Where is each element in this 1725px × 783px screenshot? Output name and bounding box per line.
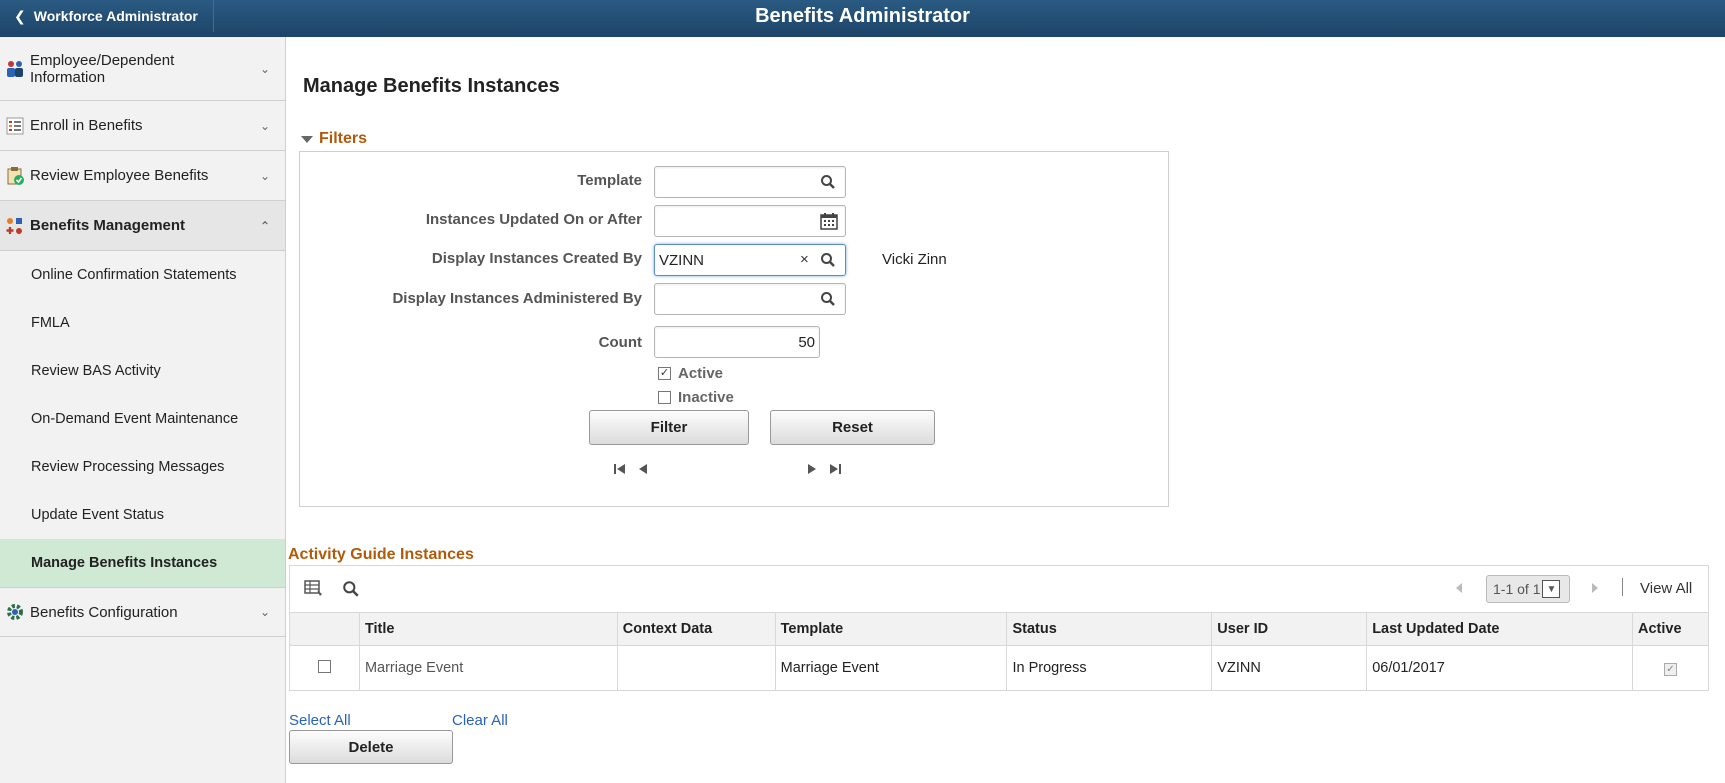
benefits-management-icon: [0, 216, 30, 236]
chevron-down-icon: ⌄: [259, 61, 271, 76]
count-label: Count: [598, 334, 642, 351]
next-page-icon[interactable]: [806, 462, 818, 479]
toolbar-divider: [1622, 578, 1623, 596]
column-header-context-data[interactable]: Context Data: [616, 612, 776, 646]
active-checkbox-label: Active: [678, 365, 724, 382]
page-title: Manage Benefits Instances: [303, 75, 560, 97]
instances-updated-date-input[interactable]: [654, 205, 846, 237]
chevron-down-icon: ⌄: [259, 118, 271, 133]
activity-guide-instances-grid: Title Context Data Template Status User …: [289, 612, 1709, 691]
cell-last-updated-date: 06/01/2017: [1366, 645, 1633, 691]
column-header-select: [289, 612, 360, 646]
delete-button[interactable]: Delete: [289, 730, 453, 764]
column-header-user-id[interactable]: User ID: [1211, 612, 1367, 646]
nav-group-employee-dependent-information[interactable]: Employee/Dependent Information ⌄: [0, 37, 285, 101]
personalize-grid-icon[interactable]: [304, 579, 324, 602]
inactive-checkbox-label: Inactive: [678, 389, 734, 406]
nav-group-label: Enroll in Benefits: [30, 117, 143, 134]
nav-item-review-bas-activity[interactable]: Review BAS Activity: [0, 347, 285, 395]
collapse-triangle-icon: [301, 135, 313, 143]
nav-group-benefits-configuration[interactable]: Benefits Configuration ⌄: [0, 587, 285, 637]
last-page-icon[interactable]: [828, 462, 842, 479]
grid-previous-icon[interactable]: [1454, 581, 1464, 600]
nav-group-label: Benefits Management: [30, 217, 186, 234]
nav-group-benefits-management[interactable]: Benefits Management ⌃: [0, 201, 285, 251]
created-by-label: Display Instances Created By: [431, 250, 642, 267]
cell-context-data: [616, 645, 776, 691]
column-header-title[interactable]: Title: [358, 612, 618, 646]
grid-search-icon[interactable]: [342, 580, 360, 603]
page-header-title: Benefits Administrator: [755, 5, 970, 27]
grid-next-icon[interactable]: [1590, 581, 1600, 600]
chevron-up-icon: ⌃: [259, 218, 271, 233]
nav-group-label: Review Employee Benefits: [30, 167, 209, 184]
grid-toolbar: 1-1 of 1 ▼ View All: [289, 565, 1709, 613]
nav-group-enroll-in-benefits[interactable]: Enroll in Benefits ⌄: [0, 101, 285, 151]
column-header-last-updated-date[interactable]: Last Updated Date: [1366, 612, 1633, 646]
activity-guide-instances-heading: Activity Guide Instances: [288, 546, 474, 563]
administered-by-label: Display Instances Administered By: [392, 290, 642, 307]
cell-user-id: VZINN: [1211, 645, 1367, 691]
filters-panel: Template Instances Updated On or After D…: [299, 151, 1169, 507]
column-header-active[interactable]: Active: [1631, 612, 1709, 646]
first-page-icon[interactable]: [613, 462, 627, 479]
reset-button[interactable]: Reset: [770, 410, 935, 445]
chevron-down-icon: ⌄: [259, 168, 271, 183]
search-icon[interactable]: [818, 172, 838, 192]
active-checkbox[interactable]: ✓: [658, 367, 671, 380]
search-icon[interactable]: [818, 250, 838, 270]
calendar-icon[interactable]: [819, 211, 839, 231]
grid-row-range-text: 1-1 of 1: [1493, 581, 1541, 597]
top-bar: ❮ Workforce Administrator Benefits Admin…: [0, 0, 1725, 37]
chevron-down-icon: ⌄: [259, 605, 271, 619]
template-label: Template: [577, 172, 642, 189]
table-row: Marriage Event Marriage Event In Progres…: [290, 645, 1709, 691]
instances-updated-label: Instances Updated On or After: [425, 211, 642, 228]
chevron-down-icon: ▼: [1542, 580, 1561, 598]
nav-group-label: Benefits Configuration: [30, 603, 178, 621]
filters-section-toggle[interactable]: Filters: [301, 130, 367, 148]
cell-template: Marriage Event: [774, 645, 1007, 691]
nav-item-manage-benefits-instances[interactable]: Manage Benefits Instances: [0, 539, 285, 587]
people-icon: [0, 59, 30, 79]
filters-heading: Filters: [319, 130, 368, 147]
nav-item-online-confirmation-statements[interactable]: Online Confirmation Statements: [0, 251, 285, 299]
nav-item-update-event-status[interactable]: Update Event Status: [0, 491, 285, 539]
cell-status: In Progress: [1006, 645, 1212, 691]
enroll-list-icon: [0, 116, 30, 136]
count-input[interactable]: 50: [654, 326, 820, 358]
created-by-name: Vicki Zinn: [882, 251, 947, 268]
previous-page-icon[interactable]: [637, 462, 649, 479]
nav-group-label: Employee/Dependent Information: [30, 51, 175, 86]
nav-item-on-demand-event-maintenance[interactable]: On-Demand Event Maintenance: [0, 395, 285, 443]
row-active-checkbox-disabled: ✓: [1663, 663, 1677, 676]
select-all-link[interactable]: Select All: [289, 712, 351, 729]
cell-title: Marriage Event: [358, 645, 618, 691]
left-navigation-panel: Employee/Dependent Information ⌄ Enroll …: [0, 37, 286, 783]
grid-row-range-select[interactable]: 1-1 of 1 ▼: [1486, 575, 1570, 603]
column-header-status[interactable]: Status: [1006, 612, 1212, 646]
clear-all-link[interactable]: Clear All: [452, 712, 508, 729]
search-icon[interactable]: [818, 289, 838, 309]
column-header-template[interactable]: Template: [774, 612, 1007, 646]
nav-group-review-employee-benefits[interactable]: Review Employee Benefits ⌄: [0, 151, 285, 201]
row-select-checkbox[interactable]: [317, 659, 331, 673]
nav-item-fmla[interactable]: FMLA: [0, 299, 285, 347]
inactive-checkbox[interactable]: [658, 391, 671, 404]
filter-button[interactable]: Filter: [589, 410, 749, 445]
main-content: Manage Benefits Instances Filters Templa…: [287, 37, 1725, 783]
gear-icon: [0, 602, 30, 622]
row-select-cell: [290, 646, 360, 691]
cell-active: ✓: [1631, 645, 1709, 691]
nav-item-review-processing-messages[interactable]: Review Processing Messages: [0, 443, 285, 491]
view-all-link[interactable]: View All: [1640, 580, 1692, 597]
clipboard-check-icon: [0, 166, 30, 186]
clear-input-icon[interactable]: ×: [800, 251, 809, 268]
